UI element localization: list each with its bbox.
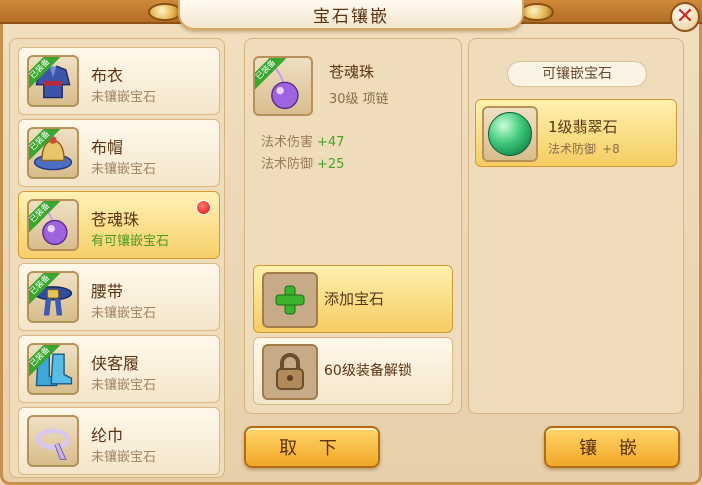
equipment-name: 布帽 xyxy=(91,138,124,157)
selected-item-level-type: 30级 项链 xyxy=(329,92,389,107)
orb-slot: 已装备 xyxy=(27,199,79,251)
close-x-icon: ✕ xyxy=(675,4,695,29)
belt-slot: 已装备 xyxy=(27,271,79,323)
equipment-name: 苍魂珠 xyxy=(91,210,140,229)
stat-row: 法术伤害 +47 xyxy=(261,131,344,150)
gem-item-emerald[interactable]: 1级翡翠石 法术防御 +8 xyxy=(475,99,677,167)
locked-gem-slot: 60级装备解锁 xyxy=(253,337,453,405)
gem-stat: 法术防御 +8 xyxy=(548,140,620,157)
notification-dot-icon xyxy=(196,200,211,215)
close-button[interactable]: ✕ xyxy=(670,2,700,32)
scarf-icon xyxy=(35,428,71,460)
stat-value: +47 xyxy=(317,135,345,150)
window-title: 宝石镶嵌 xyxy=(313,6,389,27)
scarf-slot xyxy=(27,415,79,467)
stat-label: 法术防御 xyxy=(261,157,314,172)
available-gems-panel: 可镶嵌宝石 1级翡翠石 法术防御 +8 xyxy=(468,38,684,414)
gem-name: 1级翡翠石 xyxy=(548,118,618,136)
equipment-status: 未镶嵌宝石 xyxy=(91,306,157,321)
equipment-item-hat[interactable]: 已装备 布帽 未镶嵌宝石 xyxy=(18,119,220,187)
ornament-left-icon xyxy=(148,3,182,21)
equipment-item-scarf[interactable]: 纶巾 未镶嵌宝石 xyxy=(18,407,220,475)
robe-slot: 已装备 xyxy=(27,55,79,107)
equipment-status: 未镶嵌宝石 xyxy=(91,378,157,393)
equipment-status: 有可镶嵌宝石 xyxy=(91,234,170,249)
equipment-name: 纶巾 xyxy=(91,426,124,445)
equipment-name: 腰带 xyxy=(91,282,124,301)
boots-slot: 已装备 xyxy=(27,343,79,395)
selected-item-panel: 已装备 苍魂珠 30级 项链 法术伤害 +47 法术防御 +25 添加宝石 60级装… xyxy=(244,38,462,414)
equipment-list[interactable]: 已装备 布衣 未镶嵌宝石 已装备 布帽 未镶嵌宝石 已装备 苍魂珠 有可镶嵌宝石 xyxy=(9,38,225,478)
equipment-item-boots[interactable]: 已装备 侠客履 未镶嵌宝石 xyxy=(18,335,220,403)
add-gem-label: 添加宝石 xyxy=(324,290,385,308)
gem-stat-label: 法术防御 xyxy=(548,142,597,156)
hat-slot: 已装备 xyxy=(27,127,79,179)
window-title-plate: 宝石镶嵌 xyxy=(178,0,524,30)
remove-button[interactable]: 取 下 xyxy=(244,426,380,468)
equipment-status: 未镶嵌宝石 xyxy=(91,162,157,177)
plus-icon xyxy=(262,272,318,328)
equipment-status: 未镶嵌宝石 xyxy=(91,90,157,105)
stat-row: 法术防御 +25 xyxy=(261,153,344,172)
gem-stat-value: +8 xyxy=(602,142,620,156)
ornament-right-icon xyxy=(520,3,554,21)
selected-item-name: 苍魂珠 xyxy=(329,63,375,81)
available-gems-header: 可镶嵌宝石 xyxy=(507,61,647,87)
locked-slot-label: 60级装备解锁 xyxy=(324,363,412,379)
stat-label: 法术伤害 xyxy=(261,135,314,150)
gem-slot xyxy=(482,106,538,162)
equipment-name: 侠客履 xyxy=(91,354,140,373)
add-gem-slot[interactable]: 添加宝石 xyxy=(253,265,453,333)
equipment-status: 未镶嵌宝石 xyxy=(91,450,157,465)
selected-item-slot: 已装备 xyxy=(253,56,313,116)
equipment-item-belt[interactable]: 已装备 腰带 未镶嵌宝石 xyxy=(18,263,220,331)
equipment-item-orb[interactable]: 已装备 苍魂珠 有可镶嵌宝石 xyxy=(18,191,220,259)
equipment-name: 布衣 xyxy=(91,66,124,85)
lock-icon xyxy=(262,344,318,400)
emerald-gem-icon xyxy=(488,112,532,156)
inlay-button[interactable]: 镶 嵌 xyxy=(544,426,680,468)
stat-value: +25 xyxy=(317,157,345,172)
equipment-item-robe[interactable]: 已装备 布衣 未镶嵌宝石 xyxy=(18,47,220,115)
